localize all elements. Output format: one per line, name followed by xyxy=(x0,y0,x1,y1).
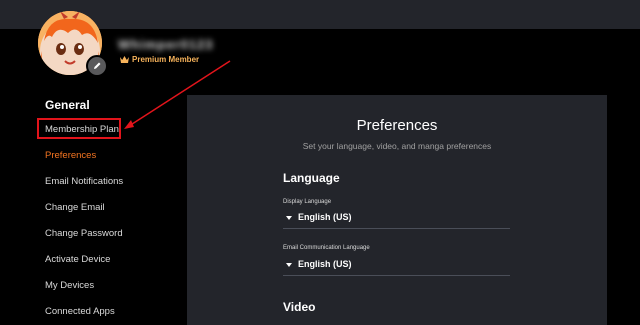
email-language-value: English (US) xyxy=(298,259,352,269)
video-heading: Video xyxy=(283,300,316,314)
language-heading: Language xyxy=(283,171,340,185)
caret-down-icon xyxy=(286,263,292,267)
display-language-label: Display Language xyxy=(283,199,332,205)
display-language-select[interactable]: English (US) xyxy=(283,212,510,229)
page-title: Preferences xyxy=(356,117,438,134)
caret-down-icon xyxy=(286,216,292,220)
email-language-select[interactable]: English (US) xyxy=(283,259,510,276)
arrow-head xyxy=(124,120,134,129)
page-subtitle: Set your language, video, and manga pref… xyxy=(302,141,492,151)
display-language-value: English (US) xyxy=(298,212,352,222)
preferences-panel: Preferences Set your language, video, an… xyxy=(187,95,607,325)
email-language-label: Email Communication Language xyxy=(283,245,370,251)
